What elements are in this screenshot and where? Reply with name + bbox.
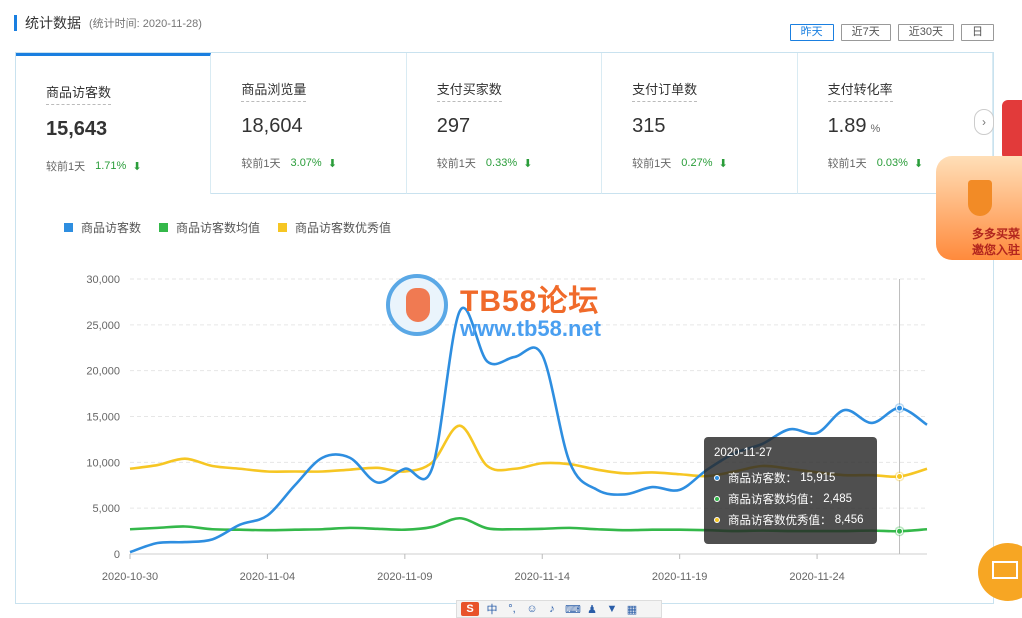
sogou-logo-icon[interactable]: S [461,602,479,616]
y-tick-label: 20,000 [86,366,120,378]
gift-icon [1002,100,1022,160]
skin-icon[interactable]: ▼ [605,603,619,615]
hover-point-2 [896,472,904,480]
promo-text: 多多买菜 邀您入驻 [971,227,1020,257]
tooltip-date: 2020-11-27 [714,447,772,459]
dot-icon [714,474,720,481]
y-tick-label: 0 [114,549,120,561]
hover-point-1 [896,527,904,535]
ime-punct[interactable]: °, [505,603,519,615]
hand-logo-icon [386,274,448,336]
envelope-icon [992,561,1018,579]
x-tick-label: 2020-10-30 [102,571,158,583]
watermark-title: TB58论坛 [460,285,600,318]
ime-toolbar[interactable]: S 中 °, ☺ ♪ ⌨ ♟ ▼ ▦ [456,600,662,618]
user-icon[interactable]: ♟ [585,603,599,616]
y-tick-label: 25,000 [86,320,120,332]
carrot-icon [968,180,992,216]
x-tick-label: 2020-11-14 [515,571,570,583]
x-tick-label: 2020-11-09 [377,571,432,583]
x-tick-label: 2020-11-04 [240,571,295,583]
x-tick-label: 2020-11-24 [789,571,844,583]
x-tick-label: 2020-11-19 [652,571,707,583]
tooltip-row: 商品访客数均值： 2,485 [714,488,867,509]
y-tick-label: 5,000 [92,503,120,515]
dot-icon [714,495,720,502]
grid-icon[interactable]: ▦ [625,603,639,616]
keyboard-icon[interactable]: ⌨ [565,603,581,616]
dot-icon [714,516,720,523]
watermark-url: www.tb58.net [460,316,601,341]
y-tick-label: 15,000 [86,412,120,424]
y-tick-label: 30,000 [86,274,120,286]
hover-point-0 [896,404,904,412]
y-tick-label: 10,000 [86,457,120,469]
emoji-icon[interactable]: ☺ [525,603,539,615]
chart-tooltip: 2020-11-27 商品访客数： 15,915 商品访客数均值： 2,485 … [704,437,877,544]
tooltip-row: 商品访客数优秀值： 8,456 [714,509,867,530]
ime-lang[interactable]: 中 [485,601,499,617]
microphone-icon[interactable]: ♪ [545,603,559,615]
tooltip-row: 商品访客数： 15,915 [714,467,867,488]
promo-banner[interactable]: 多多买菜 邀您入驻 [936,100,1022,262]
forum-watermark: TB58论坛 www.tb58.net [386,274,646,344]
